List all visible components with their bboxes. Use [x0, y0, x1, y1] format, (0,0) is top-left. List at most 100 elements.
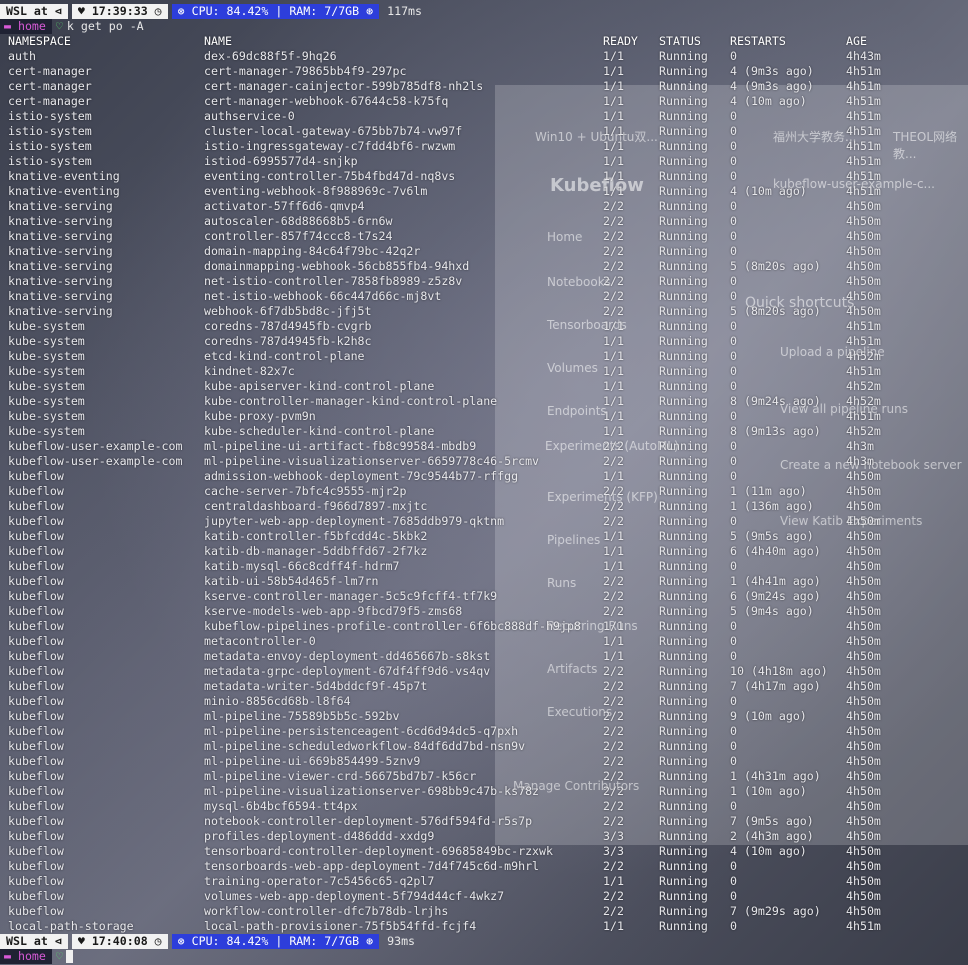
cell-namespace: local-path-storage [8, 919, 134, 933]
cpu-ram-readout: CPU: 84.42% | RAM: 7/7GB [191, 4, 360, 18]
heart-icon: ♡ [55, 949, 63, 963]
text-cursor[interactable] [65, 950, 73, 963]
cell-restarts: 0 [730, 124, 737, 138]
cell-namespace: kubeflow [8, 889, 64, 903]
home-label: home [17, 949, 46, 963]
cell-age: 4h52m [846, 349, 881, 363]
cell-pod-name: admission-webhook-deployment-79c9544b77-… [204, 469, 519, 483]
cell-pod-name: tensorboard-controller-deployment-696858… [204, 844, 554, 858]
cell-status: Running [659, 439, 708, 453]
cell-ready: 1/1 [603, 94, 624, 108]
clock-segment: ♥ 17:39:33 ◷ [71, 4, 168, 19]
cell-namespace: kubeflow [8, 589, 64, 603]
cell-namespace: knative-serving [8, 229, 113, 243]
cell-status: Running [659, 124, 708, 138]
cell-restarts: 6 (4h40m ago) [730, 544, 821, 558]
cell-namespace: istio-system [8, 154, 92, 168]
cell-pod-name: cert-manager-webhook-67644c58-k75fq [204, 94, 449, 108]
terminal-window[interactable]: WSL at ⊲ ♥ 17:39:33 ◷ ⊛ CPU: 84.42% | RA… [0, 0, 968, 965]
cell-age: 4h50m [846, 709, 881, 723]
cell-age: 4h50m [846, 679, 881, 693]
clock-segment: ♥ 17:40:08 ◷ [71, 934, 168, 949]
cell-ready: 2/2 [603, 244, 624, 258]
cell-status: Running [659, 619, 708, 633]
cell-ready: 2/2 [603, 289, 624, 303]
cell-status: Running [659, 919, 708, 933]
cell-pod-name: net-istio-webhook-66c447d66c-mj8vt [204, 289, 442, 303]
home-segment: ▬ home [0, 19, 52, 34]
cell-status: Running [659, 199, 708, 213]
cell-status: Running [659, 754, 708, 768]
cell-restarts: 0 [730, 724, 737, 738]
linux-icon: ⊲ [54, 934, 62, 948]
cell-restarts: 0 [730, 799, 737, 813]
cell-namespace: kubeflow [8, 634, 64, 648]
cell-namespace: kube-system [8, 394, 85, 408]
cell-status: Running [659, 784, 708, 798]
cell-pod-name: notebook-controller-deployment-576df594f… [204, 814, 533, 828]
cell-age: 4h51m [846, 154, 881, 168]
cell-status: Running [659, 874, 708, 888]
cell-pod-name: eventing-webhook-8f988969c-7v6lm [204, 184, 428, 198]
cell-status: Running [659, 769, 708, 783]
cell-restarts: 4 (9m3s ago) [730, 64, 814, 78]
cell-pod-name: kube-controller-manager-kind-control-pla… [204, 394, 498, 408]
column-header-age: AGE [846, 34, 867, 48]
cell-namespace: kubeflow [8, 859, 64, 873]
cell-restarts: 7 (9m5s ago) [730, 814, 814, 828]
cell-status: Running [659, 604, 708, 618]
cell-namespace: cert-manager [8, 94, 92, 108]
cell-status: Running [659, 334, 708, 348]
cell-pod-name: ml-pipeline-visualizationserver-698bb9c4… [204, 784, 540, 798]
cell-restarts: 5 (8m20s ago) [730, 259, 821, 273]
cell-restarts: 4 (9m3s ago) [730, 79, 814, 93]
cell-pod-name: istio-ingressgateway-c7fdd4bf6-rwzwm [204, 139, 456, 153]
cell-pod-name: metacontroller-0 [204, 634, 316, 648]
elapsed-time: 93ms [387, 934, 416, 948]
cell-pod-name: net-istio-controller-7858fb8989-z5z8v [204, 274, 463, 288]
cell-restarts: 0 [730, 319, 737, 333]
cell-age: 4h51m [846, 184, 881, 198]
cell-ready: 1/1 [603, 469, 624, 483]
chip-icon: ⊛ [177, 934, 185, 948]
cell-status: Running [659, 544, 708, 558]
cell-age: 4h51m [846, 94, 881, 108]
cell-restarts: 1 (10m ago) [730, 784, 807, 798]
cell-ready: 2/2 [603, 739, 624, 753]
cell-namespace: kubeflow [8, 499, 64, 513]
cell-namespace: kube-system [8, 334, 85, 348]
cell-pod-name: ml-pipeline-ui-artifact-fb8c99584-mbdb9 [204, 439, 477, 453]
cell-namespace: kubeflow [8, 469, 64, 483]
cpu-segment: ⊛ CPU: 84.42% | RAM: 7/7GB ⊛ [171, 934, 380, 949]
clock-time: 17:40:08 [91, 934, 148, 948]
cell-age: 4h50m [846, 724, 881, 738]
cell-age: 4h50m [846, 619, 881, 633]
cell-restarts: 0 [730, 619, 737, 633]
cell-age: 4h50m [846, 304, 881, 318]
cell-namespace: kubeflow [8, 514, 64, 528]
cell-restarts: 0 [730, 334, 737, 348]
cell-namespace: kube-system [8, 364, 85, 378]
cell-pod-name: metadata-grpc-deployment-67df4ff9d6-vs4q… [204, 664, 491, 678]
memory-icon: ⊛ [366, 4, 374, 18]
cell-namespace: kubeflow [8, 529, 64, 543]
cell-age: 4h51m [846, 109, 881, 123]
cell-namespace: kubeflow [8, 679, 64, 693]
wsl-segment: WSL at ⊲ [0, 934, 68, 949]
command-line[interactable]: ▬ home ♡ [0, 949, 73, 964]
cell-age: 4h50m [846, 739, 881, 753]
cell-age: 4h50m [846, 814, 881, 828]
cell-restarts: 0 [730, 349, 737, 363]
cell-restarts: 0 [730, 379, 737, 393]
cell-pod-name: katib-mysql-66c8cdff4f-hdrm7 [204, 559, 400, 573]
cell-namespace: knative-serving [8, 244, 113, 258]
cell-age: 4h50m [846, 259, 881, 273]
cell-pod-name: ml-pipeline-75589b5b5c-592bv [204, 709, 400, 723]
cell-ready: 1/1 [603, 64, 624, 78]
home-segment: ▬ home [0, 949, 52, 964]
cell-status: Running [659, 244, 708, 258]
cell-ready: 1/1 [603, 154, 624, 168]
cell-ready: 2/2 [603, 709, 624, 723]
cpu-ram-readout: CPU: 84.42% | RAM: 7/7GB [191, 934, 360, 948]
cell-ready: 2/2 [603, 769, 624, 783]
